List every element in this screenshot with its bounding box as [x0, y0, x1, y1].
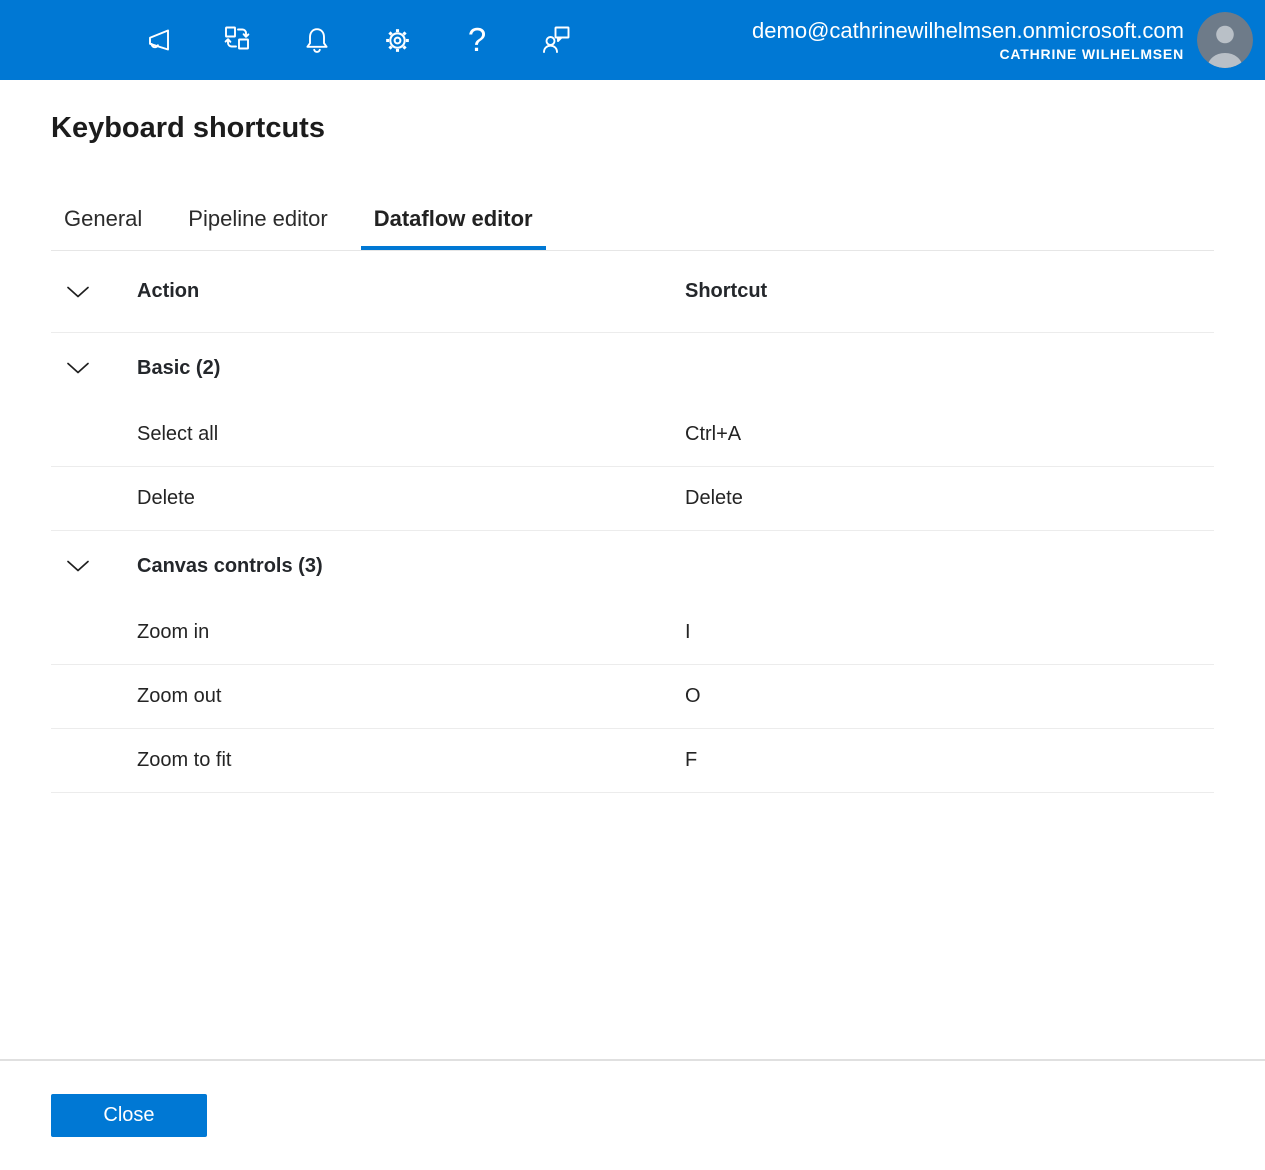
account-email: demo@cathrinewilhelmsen.onmicrosoft.com	[752, 17, 1184, 45]
tab-pipeline-editor[interactable]: Pipeline editor	[175, 201, 340, 250]
header-chevron-cell	[51, 282, 137, 302]
shortcut-row-delete: Delete Delete	[51, 467, 1214, 531]
shortcut-row-zoom-in: Zoom in I	[51, 601, 1214, 665]
shortcut-cell: F	[685, 749, 1214, 772]
action-cell: Zoom out	[137, 685, 685, 708]
shortcut-cell: Delete	[685, 487, 1214, 510]
dialog-footer: Close	[0, 1059, 1265, 1170]
topbar: ? demo@cathrinewilhelmsen.onmicrosoft.co…	[0, 0, 1265, 80]
account-text: demo@cathrinewilhelmsen.onmicrosoft.com …	[752, 17, 1184, 64]
help-question-icon[interactable]: ?	[460, 23, 494, 57]
shortcut-cell: O	[685, 685, 1214, 708]
feedback-person-icon[interactable]	[540, 23, 574, 57]
shortcut-row-select-all: Select all Ctrl+A	[51, 403, 1214, 467]
shortcut-row-zoom-to-fit: Zoom to fit F	[51, 729, 1214, 793]
shortcut-table: Action Shortcut Basic (2) Select all Ctr…	[51, 251, 1214, 793]
action-cell: Zoom to fit	[137, 749, 685, 772]
shortcut-row-zoom-out: Zoom out O	[51, 665, 1214, 729]
shortcut-cell: Ctrl+A	[685, 423, 1214, 446]
group-label: Canvas controls (3)	[137, 555, 685, 578]
account-menu[interactable]: demo@cathrinewilhelmsen.onmicrosoft.com …	[752, 12, 1265, 68]
group-row-canvas-controls: Canvas controls (3)	[51, 531, 1214, 601]
collapse-group-chevron-icon[interactable]	[64, 556, 92, 576]
group-row-basic: Basic (2)	[51, 333, 1214, 403]
action-column-header: Action	[137, 280, 685, 303]
notifications-bell-icon[interactable]	[300, 23, 334, 57]
action-cell: Zoom in	[137, 621, 685, 644]
shortcut-column-header: Shortcut	[685, 280, 1214, 303]
settings-gear-icon[interactable]	[380, 23, 414, 57]
group-label: Basic (2)	[137, 357, 685, 380]
table-header-row: Action Shortcut	[51, 251, 1214, 333]
keyboard-shortcuts-page: ? demo@cathrinewilhelmsen.onmicrosoft.co…	[0, 0, 1265, 1170]
main-content: Keyboard shortcuts General Pipeline edit…	[0, 80, 1265, 1059]
collapse-all-chevron-icon[interactable]	[64, 282, 92, 302]
tab-bar: General Pipeline editor Dataflow editor	[51, 201, 1214, 251]
action-cell: Delete	[137, 487, 685, 510]
close-button[interactable]: Close	[51, 1094, 207, 1137]
account-name: CATHRINE WILHELMSEN	[752, 45, 1184, 64]
tab-dataflow-editor[interactable]: Dataflow editor	[361, 201, 546, 250]
page-title: Keyboard shortcuts	[51, 108, 1214, 148]
question-mark-glyph: ?	[468, 25, 486, 55]
action-cell: Select all	[137, 423, 685, 446]
tab-general[interactable]: General	[51, 201, 155, 250]
group-chevron-cell	[51, 556, 137, 576]
topbar-icon-group: ?	[140, 23, 574, 57]
collapse-group-chevron-icon[interactable]	[64, 358, 92, 378]
megaphone-icon[interactable]	[140, 23, 174, 57]
avatar[interactable]	[1197, 12, 1253, 68]
group-chevron-cell	[51, 358, 137, 378]
switch-data-factory-icon[interactable]	[220, 23, 254, 57]
shortcut-cell: I	[685, 621, 1214, 644]
